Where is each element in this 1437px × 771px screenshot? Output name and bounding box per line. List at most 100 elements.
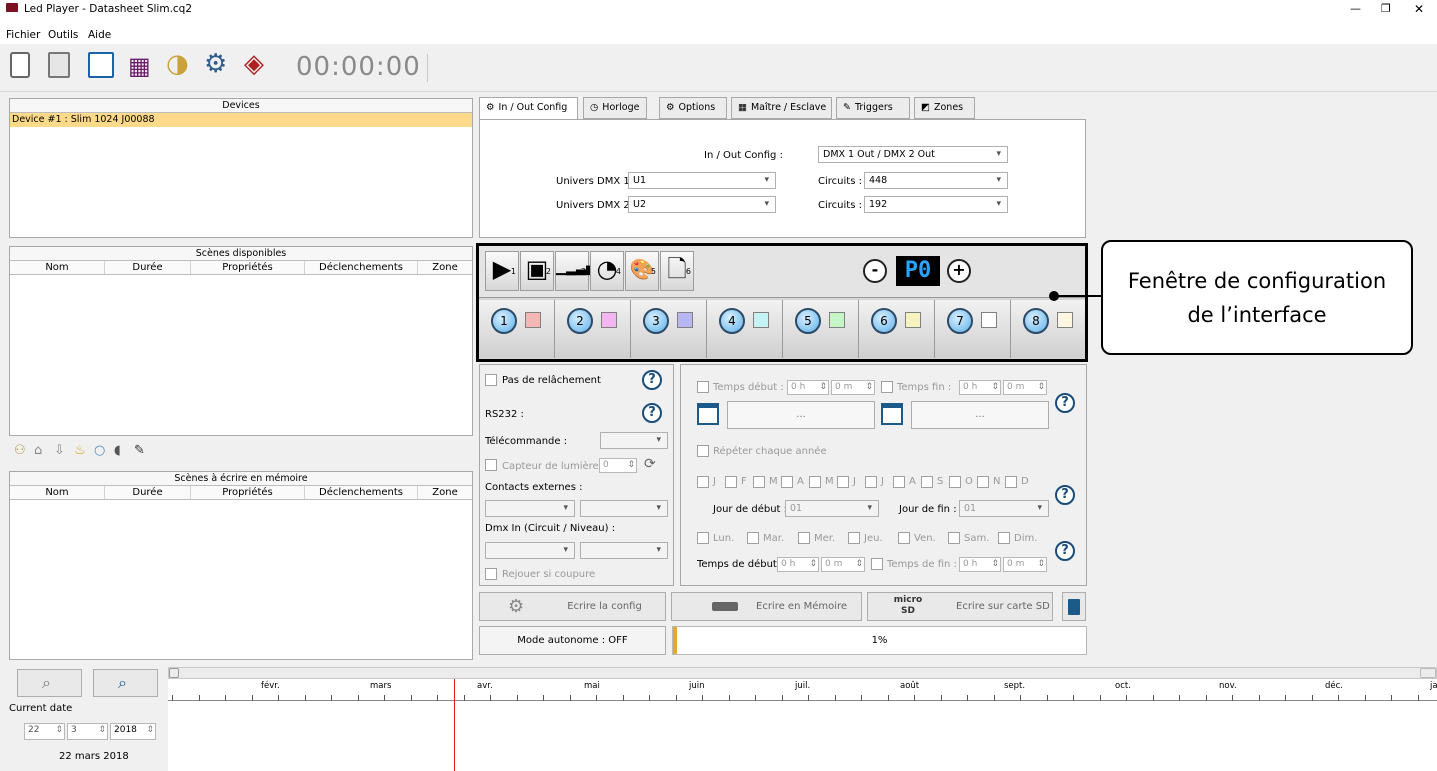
channel-color-swatch[interactable] (677, 312, 693, 328)
month-checkbox[interactable] (1005, 476, 1017, 488)
univers1-select[interactable]: U1 (628, 172, 776, 189)
col-duree[interactable]: Durée (105, 261, 191, 274)
channel-7[interactable]: 7 (935, 300, 1011, 358)
menu-outils[interactable]: Outils (48, 29, 78, 41)
palette-tool[interactable]: 🎨 5 (625, 251, 659, 291)
home-icon[interactable]: ⌂ (34, 443, 42, 458)
weekday-checkbox[interactable] (948, 532, 960, 544)
channel-color-swatch[interactable] (905, 312, 921, 328)
time-start-hours[interactable]: 0 h (777, 557, 819, 572)
col-nom[interactable]: Nom (10, 261, 105, 274)
tab-triggers[interactable]: ✎ Triggers (836, 97, 910, 119)
channel-color-swatch[interactable] (525, 312, 541, 328)
layout-tool[interactable]: ▣ 2 (520, 251, 554, 291)
tab-options[interactable]: ⚙ Options (659, 97, 727, 119)
dmx-in-level-select[interactable] (580, 542, 668, 559)
signal-tool[interactable]: ▁▂▃▅ 3 (555, 251, 596, 291)
channel-color-swatch[interactable] (829, 312, 845, 328)
time-start-minutes[interactable]: 0 m (821, 557, 865, 572)
replay-checkbox[interactable] (485, 568, 497, 580)
month-checkbox[interactable] (753, 476, 765, 488)
tab-zones[interactable]: ◩ Zones (914, 97, 975, 119)
month-checkbox[interactable] (697, 476, 709, 488)
arrow-down-icon[interactable]: ⇩ (54, 443, 65, 458)
menu-fichier[interactable]: Fichier (6, 29, 40, 41)
help-icon[interactable]: ? (1055, 485, 1075, 505)
end-minutes-spinner[interactable]: 0 m (1003, 380, 1047, 395)
weekday-checkbox[interactable] (798, 532, 810, 544)
channel-color-swatch[interactable] (753, 312, 769, 328)
channel-4[interactable]: 4 (707, 300, 783, 358)
weekday-checkbox[interactable] (747, 532, 759, 544)
external-contact-select-1[interactable] (485, 500, 575, 517)
scroll-thumb-end[interactable] (1420, 668, 1436, 678)
light-sensor-checkbox[interactable] (485, 459, 497, 471)
calendar-icon[interactable] (697, 403, 719, 425)
no-release-checkbox[interactable] (485, 374, 497, 386)
year-spinner[interactable]: 2018 (110, 723, 156, 740)
light-sensor-spinner[interactable]: 0 (599, 458, 637, 473)
help-icon[interactable]: ? (1055, 393, 1075, 413)
circuits2-select[interactable]: 192 (864, 196, 1008, 213)
plus-button[interactable]: + (947, 259, 971, 283)
channel-color-swatch[interactable] (601, 312, 617, 328)
col-proprietes[interactable]: Propriétés (191, 486, 305, 499)
scroll-thumb[interactable] (169, 668, 179, 678)
open-folder-icon[interactable] (48, 52, 70, 78)
col-declenchements[interactable]: Déclenchements (305, 486, 418, 499)
col-proprietes[interactable]: Propriétés (191, 261, 305, 274)
col-duree[interactable]: Durée (105, 486, 191, 499)
dmx-in-circuit-select[interactable] (485, 542, 575, 559)
start-hours-spinner[interactable]: 0 h (787, 380, 829, 395)
write-sd-button[interactable]: micro SD Ecrire sur carte SD (867, 592, 1053, 621)
color-wheel-icon[interactable]: ◑ (166, 50, 189, 78)
month-checkbox[interactable] (865, 476, 877, 488)
external-contact-select-2[interactable] (580, 500, 668, 517)
circle-icon[interactable]: ○ (94, 443, 105, 458)
inout-config-select[interactable]: DMX 1 Out / DMX 2 Out (818, 146, 1008, 163)
speed-tool[interactable]: ◔ 4 (590, 251, 624, 291)
month-checkbox[interactable] (809, 476, 821, 488)
start-time-checkbox[interactable] (697, 381, 709, 393)
univers2-select[interactable]: U2 (628, 196, 776, 213)
channel-8[interactable]: 8 (1011, 300, 1085, 358)
tab-maitre-esclave[interactable]: ▦ Maître / Esclave (731, 97, 832, 119)
month-checkbox[interactable] (977, 476, 989, 488)
device-item[interactable]: Device #1 : Slim 1024 J00088 (10, 113, 472, 127)
fire-icon[interactable]: ♨ (74, 443, 86, 458)
day-end-select[interactable]: 01 (959, 500, 1049, 517)
help-icon[interactable]: ? (642, 370, 662, 390)
cube-icon[interactable]: ◈ (244, 50, 264, 78)
month-checkbox[interactable] (949, 476, 961, 488)
start-minutes-spinner[interactable]: 0 m (831, 380, 875, 395)
col-zone[interactable]: Zone (418, 486, 472, 499)
weekday-checkbox[interactable] (848, 532, 860, 544)
current-date-marker[interactable] (454, 679, 455, 771)
col-declenchements[interactable]: Déclenchements (305, 261, 418, 274)
month-checkbox[interactable] (837, 476, 849, 488)
write-memory-button[interactable]: Ecrire en Mémoire (671, 592, 862, 621)
end-hours-spinner[interactable]: 0 h (959, 380, 1001, 395)
time-end-hours[interactable]: 0 h (959, 557, 1001, 572)
weekday-checkbox[interactable] (898, 532, 910, 544)
gear-settings-icon[interactable]: ⚙ (204, 50, 227, 78)
new-file-icon[interactable] (10, 52, 30, 78)
write-config-button[interactable]: ⚙ Ecrire la config autonome (479, 592, 666, 639)
zoom-in-button[interactable]: ⌕ (93, 669, 158, 697)
channel-color-swatch[interactable] (1057, 312, 1073, 328)
circuits1-select[interactable]: 448 (864, 172, 1008, 189)
help-icon[interactable]: ? (642, 403, 662, 423)
delete-button[interactable] (1062, 592, 1086, 621)
zoom-out-button[interactable]: ⌕ (17, 669, 82, 697)
end-time-checkbox[interactable] (881, 381, 893, 393)
tab-horloge[interactable]: ◷ Horloge (583, 97, 647, 119)
weekday-checkbox[interactable] (998, 532, 1010, 544)
day-spinner[interactable]: 22 (24, 723, 65, 740)
remote-select[interactable] (600, 432, 668, 449)
month-checkbox[interactable] (921, 476, 933, 488)
channel-6[interactable]: 6 (859, 300, 935, 358)
day-start-select[interactable]: 01 (785, 500, 879, 517)
save-icon[interactable] (88, 52, 114, 78)
channel-2[interactable]: 2 (555, 300, 631, 358)
timeline-scrollbar[interactable] (168, 667, 1437, 679)
